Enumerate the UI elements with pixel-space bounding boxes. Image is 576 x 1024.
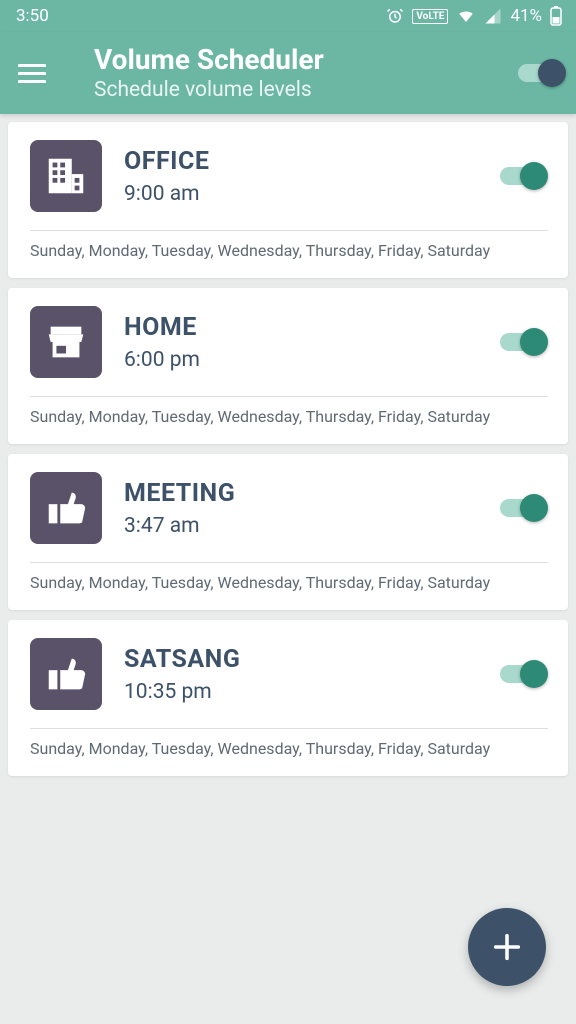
building-icon xyxy=(30,140,102,212)
schedule-title: OFFICE xyxy=(124,147,478,176)
schedule-title: MEETING xyxy=(124,479,478,508)
schedule-time: 9:00 am xyxy=(124,182,478,206)
alarm-icon xyxy=(386,7,404,25)
battery-icon xyxy=(550,6,562,26)
app-bar: Volume Scheduler Schedule volume levels xyxy=(0,32,576,114)
schedule-list: OFFICE 9:00 am Sunday, Monday, Tuesday, … xyxy=(0,114,576,784)
schedule-days: Sunday, Monday, Tuesday, Wednesday, Thur… xyxy=(30,241,548,260)
master-toggle[interactable] xyxy=(518,64,562,82)
schedule-days: Sunday, Monday, Tuesday, Wednesday, Thur… xyxy=(30,739,548,758)
store-icon xyxy=(30,306,102,378)
schedule-toggle[interactable] xyxy=(500,167,544,185)
thumb-icon xyxy=(30,472,102,544)
schedule-time: 3:47 am xyxy=(124,514,478,538)
schedule-days: Sunday, Monday, Tuesday, Wednesday, Thur… xyxy=(30,407,548,426)
schedule-days: Sunday, Monday, Tuesday, Wednesday, Thur… xyxy=(30,573,548,592)
battery-percent: 41% xyxy=(510,6,542,26)
schedule-toggle[interactable] xyxy=(500,499,544,517)
menu-button[interactable] xyxy=(18,64,52,83)
schedule-card[interactable]: MEETING 3:47 am Sunday, Monday, Tuesday,… xyxy=(8,454,568,610)
schedule-card[interactable]: OFFICE 9:00 am Sunday, Monday, Tuesday, … xyxy=(8,122,568,278)
schedule-toggle[interactable] xyxy=(500,333,544,351)
app-title: Volume Scheduler xyxy=(94,44,518,76)
schedule-title: HOME xyxy=(124,313,478,342)
app-bar-titles: Volume Scheduler Schedule volume levels xyxy=(94,44,518,102)
app-subtitle: Schedule volume levels xyxy=(94,78,518,102)
schedule-time: 10:35 pm xyxy=(124,680,478,704)
schedule-card[interactable]: SATSANG 10:35 pm Sunday, Monday, Tuesday… xyxy=(8,620,568,776)
wifi-icon xyxy=(456,7,476,25)
schedule-card[interactable]: HOME 6:00 pm Sunday, Monday, Tuesday, We… xyxy=(8,288,568,444)
schedule-time: 6:00 pm xyxy=(124,348,478,372)
schedule-title: SATSANG xyxy=(124,645,478,674)
status-time: 3:50 xyxy=(16,6,49,26)
signal-icon xyxy=(484,7,502,25)
status-right: VoLTE 41% xyxy=(386,6,562,26)
volte-icon: VoLTE xyxy=(412,9,448,24)
thumb-icon xyxy=(30,638,102,710)
status-bar: 3:50 VoLTE 41% xyxy=(0,0,576,32)
schedule-toggle[interactable] xyxy=(500,665,544,683)
add-schedule-button[interactable] xyxy=(468,908,546,986)
